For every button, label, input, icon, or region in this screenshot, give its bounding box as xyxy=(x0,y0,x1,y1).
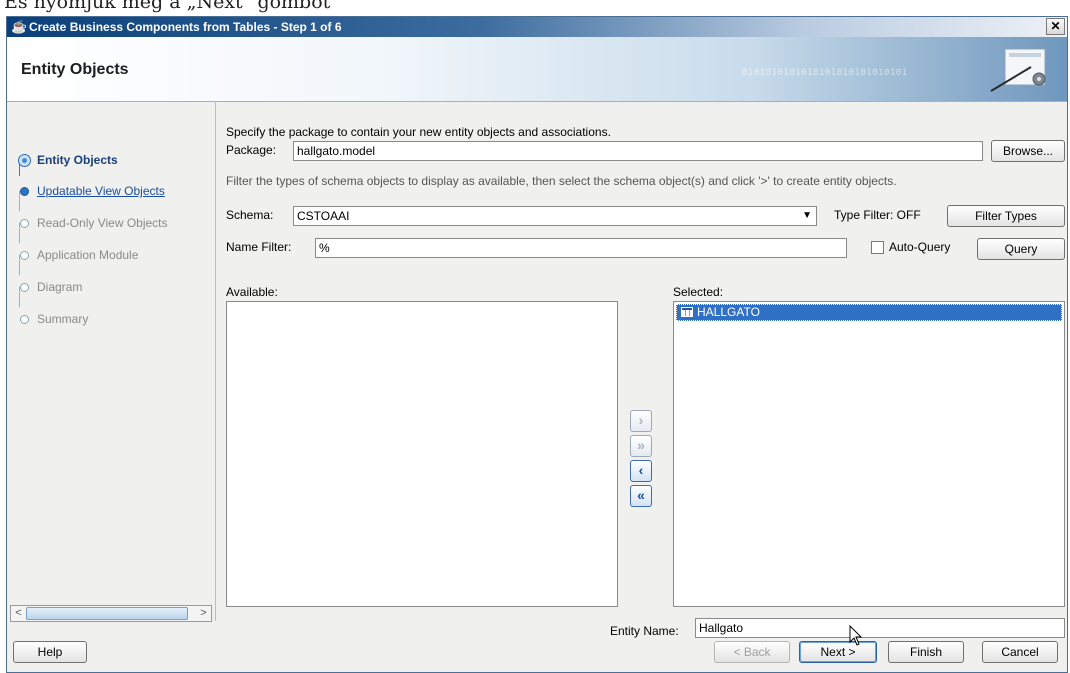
auto-query-checkbox[interactable] xyxy=(871,241,884,254)
query-button[interactable]: Query xyxy=(977,238,1065,260)
coffee-cup-icon: ☕ xyxy=(11,19,28,34)
nav-step-label: Summary xyxy=(37,312,89,326)
remove-all-button[interactable]: « xyxy=(630,485,652,507)
available-label: Available: xyxy=(226,285,278,299)
selected-label: Selected: xyxy=(673,285,724,299)
step-dot-icon xyxy=(20,187,29,196)
scroll-left-icon[interactable]: < xyxy=(11,606,26,621)
nav-step-label: Read-Only View Objects xyxy=(37,216,168,230)
current-step-icon xyxy=(18,154,31,167)
nav-horizontal-scrollbar[interactable]: < > xyxy=(10,605,212,622)
package-label: Package: xyxy=(226,143,277,157)
move-selected-button[interactable]: › xyxy=(630,410,652,432)
available-list[interactable] xyxy=(226,301,618,607)
type-filter-status: Type Filter: OFF xyxy=(834,208,921,222)
nav-step-label: Entity Objects xyxy=(37,153,118,167)
wizard-dialog: ☕ Create Business Components from Tables… xyxy=(6,16,1068,673)
selected-list[interactable]: HALLGATO xyxy=(673,301,1065,607)
instruction-text: Specify the package to contain your new … xyxy=(226,125,611,139)
scrollbar-thumb[interactable] xyxy=(26,607,188,620)
wizard-steps-nav: Entity Objects Updatable View Objects Re… xyxy=(7,102,214,602)
back-button[interactable]: < Back xyxy=(714,641,790,663)
nav-step-label: Diagram xyxy=(37,280,83,294)
name-filter-label: Name Filter: xyxy=(226,240,292,254)
finish-button[interactable]: Finish xyxy=(888,641,964,663)
next-button[interactable]: Next > xyxy=(799,641,877,663)
remove-selected-button[interactable]: ‹ xyxy=(630,460,652,482)
wizard-illustration-icon xyxy=(990,48,1046,92)
title-bar[interactable]: ☕ Create Business Components from Tables… xyxy=(7,17,1067,37)
nav-step-summary: Summary xyxy=(11,310,214,332)
step-content-panel: Specify the package to contain your new … xyxy=(215,101,1067,638)
mouse-pointer-icon xyxy=(849,625,863,646)
move-all-button[interactable]: » xyxy=(630,435,652,457)
window-title: Create Business Components from Tables -… xyxy=(29,20,342,34)
help-button[interactable]: Help xyxy=(13,641,87,663)
table-icon xyxy=(681,307,693,317)
wizard-header: Entity Objects 0101010101010101010101010… xyxy=(7,37,1067,102)
button-bar: Help < Back Next > Finish Cancel xyxy=(7,621,1067,672)
browse-button[interactable]: Browse... xyxy=(991,140,1065,162)
list-item[interactable]: HALLGATO xyxy=(676,304,1062,321)
nav-step-label: Application Module xyxy=(37,248,139,262)
package-field[interactable]: hallgato.model xyxy=(293,141,983,161)
name-filter-input[interactable]: % xyxy=(315,238,847,258)
step-dot-icon xyxy=(20,283,29,292)
step-dot-icon xyxy=(20,219,29,228)
page-title: Entity Objects xyxy=(21,61,129,78)
list-item-label: HALLGATO xyxy=(697,305,760,319)
document-caption: Es nyomjuk meg a „Next" gombot xyxy=(4,0,331,13)
schema-value: CSTOAAI xyxy=(297,209,350,223)
step-dot-icon xyxy=(20,251,29,260)
nav-step-label: Updatable View Objects xyxy=(37,184,165,198)
scroll-right-icon[interactable]: > xyxy=(196,606,211,621)
auto-query-label: Auto-Query xyxy=(889,240,951,254)
nav-step-diagram: Diagram xyxy=(11,278,214,300)
nav-step-read-only-view-objects: Read-Only View Objects xyxy=(11,214,214,236)
cancel-button[interactable]: Cancel xyxy=(982,641,1058,663)
chevron-down-icon: ▼ xyxy=(802,210,812,221)
step-dot-icon xyxy=(20,315,29,324)
filter-hint-text: Filter the types of schema objects to di… xyxy=(226,174,897,188)
nav-step-application-module: Application Module xyxy=(11,246,214,268)
nav-step-updatable-view-objects[interactable]: Updatable View Objects xyxy=(11,182,214,204)
nav-step-entity-objects[interactable]: Entity Objects xyxy=(11,151,214,173)
schema-dropdown[interactable]: CSTOAAI ▼ xyxy=(293,206,817,226)
schema-label: Schema: xyxy=(226,208,274,222)
filter-types-button[interactable]: Filter Types xyxy=(947,205,1065,227)
binary-decoration: 0101010101010101010101010101 xyxy=(742,68,908,78)
close-button[interactable]: ✕ xyxy=(1046,18,1065,35)
